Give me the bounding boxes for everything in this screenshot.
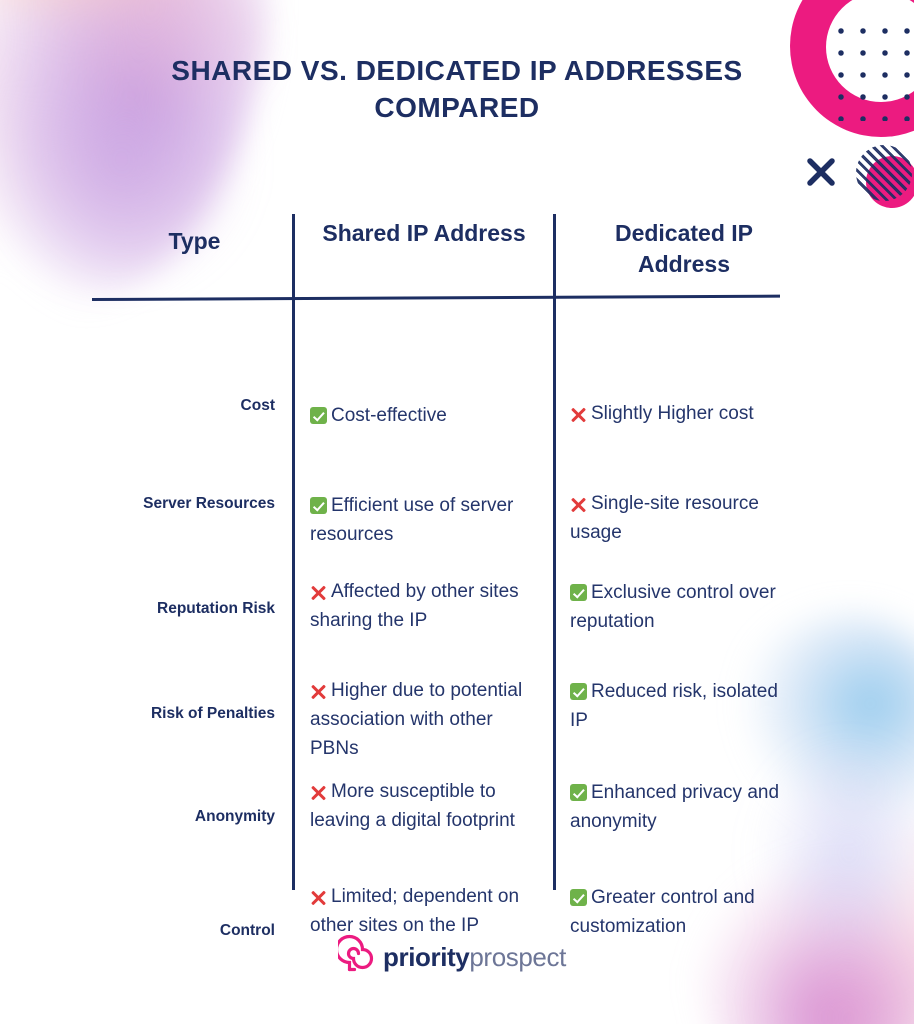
cell-shared: Efficient use of server resources — [310, 492, 542, 550]
check-icon — [310, 497, 327, 514]
cell-dedicated: Reduced risk, isolated IP — [570, 678, 796, 736]
cross-icon — [310, 683, 327, 700]
logo-word-priority: priority — [383, 941, 470, 972]
table-header-row: Type Shared IP Address Dedicated IP Addr… — [92, 214, 792, 298]
check-icon — [310, 407, 327, 424]
cell-text: Greater control and customization — [570, 887, 755, 937]
striped-circle-icon — [856, 145, 912, 201]
column-divider-2 — [553, 214, 556, 890]
row-label: Reputation Risk — [157, 600, 275, 617]
cross-icon — [310, 584, 327, 601]
column-header-dedicated-ip: Dedicated IP Address — [614, 220, 754, 277]
cross-icon — [570, 406, 587, 423]
cell-text: More susceptible to leaving a digital fo… — [310, 781, 515, 831]
cell-shared: Limited; dependent on other sites on the… — [310, 883, 542, 941]
cross-icon — [310, 784, 327, 801]
cell-dedicated: Exclusive control over reputation — [570, 579, 796, 637]
check-icon — [570, 889, 587, 906]
logo-wordmark: priorityprospect — [383, 944, 566, 970]
cell-dedicated: Slightly Higher cost — [570, 400, 796, 429]
cell-text: Reduced risk, isolated IP — [570, 681, 778, 731]
cell-text: Single-site resource usage — [570, 493, 759, 543]
brand-logo[interactable]: priorityprospect — [334, 934, 566, 979]
row-label: Risk of Penalties — [150, 705, 275, 722]
cross-icon — [570, 496, 587, 513]
priority-prospect-spiral-icon — [334, 934, 374, 979]
cell-shared: Affected by other sites sharing the IP — [310, 578, 542, 636]
cell-text: Affected by other sites sharing the IP — [310, 581, 519, 631]
cell-dedicated: Enhanced privacy and anonymity — [570, 779, 796, 837]
column-divider-1 — [292, 214, 295, 890]
cell-shared: Higher due to potential association with… — [310, 677, 542, 764]
cell-text: Efficient use of server resources — [310, 495, 514, 545]
x-mark-icon — [805, 156, 837, 188]
row-label: Anonymity — [194, 808, 275, 825]
dotted-circle-icon — [826, 16, 914, 121]
cell-text: Limited; dependent on other sites on the… — [310, 886, 520, 936]
cell-text: Slightly Higher cost — [591, 403, 754, 424]
check-icon — [570, 683, 587, 700]
column-header-shared-ip: Shared IP Address — [322, 220, 526, 246]
cell-dedicated: Greater control and customization — [570, 884, 796, 942]
row-label: Server Resources — [143, 495, 275, 512]
cell-text: Cost-effective — [331, 405, 447, 426]
cell-shared: More susceptible to leaving a digital fo… — [310, 778, 542, 836]
cell-dedicated: Single-site resource usage — [570, 490, 796, 548]
cell-text: Higher due to potential association with… — [310, 680, 523, 759]
logo-word-prospect: prospect — [469, 941, 566, 972]
row-label: Control — [219, 922, 275, 939]
cell-text: Exclusive control over reputation — [570, 582, 776, 632]
page-title: SHARED VS. DEDICATED IP ADDRESSES COMPAR… — [171, 55, 743, 124]
cross-icon — [310, 889, 327, 906]
check-icon — [570, 584, 587, 601]
cell-text: Enhanced privacy and anonymity — [570, 782, 780, 832]
cell-shared: Cost-effective — [310, 402, 542, 431]
infographic-page: SHARED VS. DEDICATED IP ADDRESSES COMPAR… — [0, 0, 914, 1024]
column-header-type: Type — [168, 228, 221, 254]
row-label: Cost — [240, 397, 275, 414]
comparison-table: Type Shared IP Address Dedicated IP Addr… — [91, 214, 792, 939]
check-icon — [570, 784, 587, 801]
